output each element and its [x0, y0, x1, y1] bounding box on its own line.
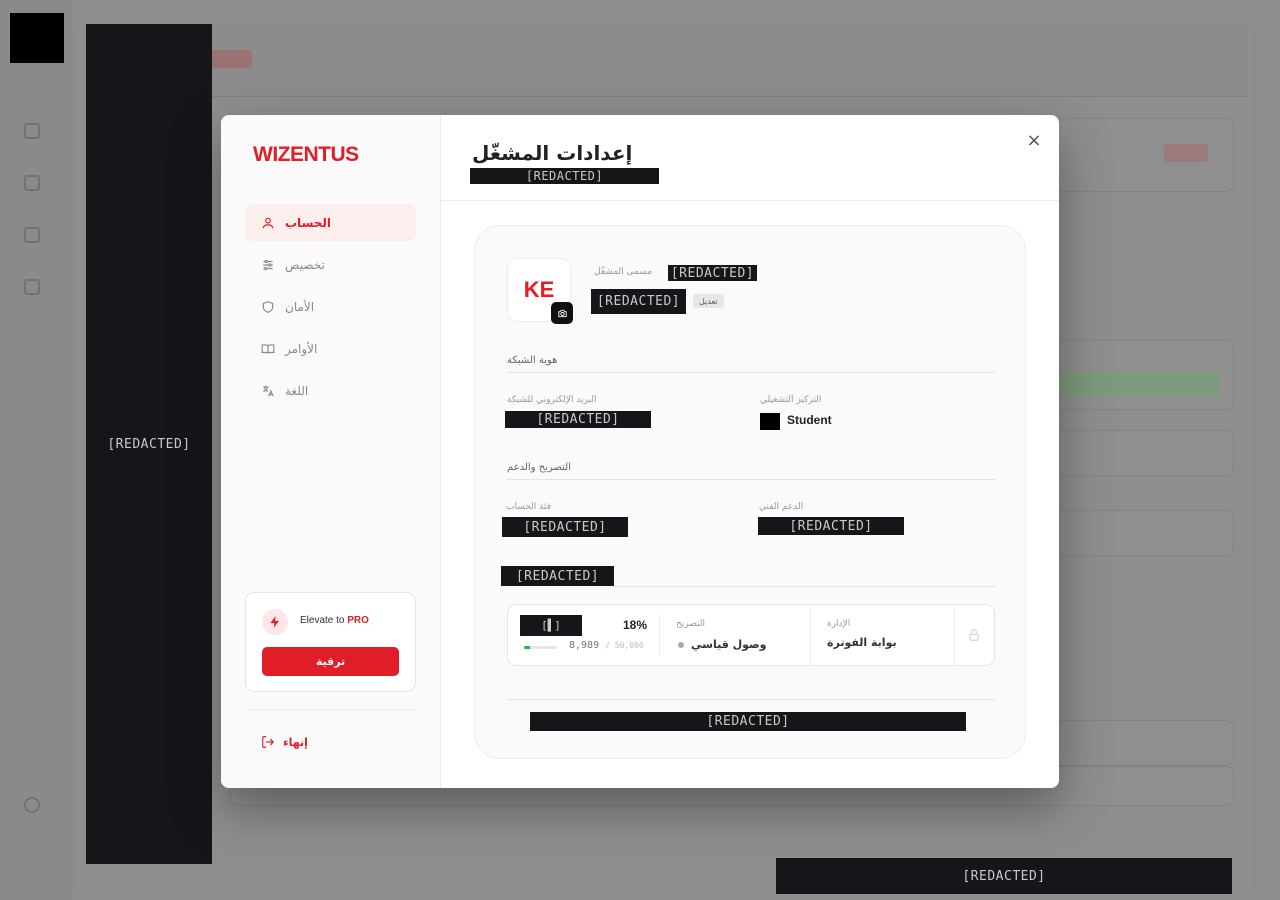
- usage-percent: 18%: [623, 618, 648, 632]
- nav-item-label: اللغة: [285, 383, 309, 398]
- nav-item-account[interactable]: الحساب: [245, 204, 416, 241]
- promo-prefix: Elevate to: [300, 615, 348, 626]
- clearance-support-title: التصريح والدعم: [507, 462, 571, 473]
- usage-card: [▌] 18% 8,989 / 50,000 التصريح وصول قياس…: [507, 604, 995, 666]
- account-category-redacted: [REDACTED]: [502, 517, 628, 537]
- usage-count: 8,989 / 50,000: [569, 640, 644, 651]
- nav-item-language[interactable]: اللغة: [245, 372, 416, 409]
- logout-icon: [262, 736, 275, 748]
- usage-used: 8,989: [569, 640, 600, 651]
- modal-title: إعدادات المشغّل: [472, 141, 633, 165]
- section-divider: [507, 372, 995, 373]
- logout-button[interactable]: إنهاء: [261, 735, 308, 749]
- background-nav-icon: [24, 123, 40, 139]
- user-icon: [262, 217, 274, 228]
- modal-header: إعدادات المشغّل [REDACTED] ×: [440, 115, 1059, 201]
- sliders-icon: [263, 259, 273, 270]
- section-divider: [507, 479, 995, 480]
- settings-nav: الحساب تخصيص الأمان الأوامر اللغة: [245, 204, 416, 414]
- status-dot-icon: [678, 641, 684, 648]
- operator-id-redacted: [REDACTED]: [591, 289, 686, 314]
- translate-icon: [263, 385, 274, 396]
- nav-item-label: تخصيص: [285, 257, 325, 272]
- nav-item-commands[interactable]: الأوامر: [245, 330, 416, 367]
- operational-focus-label: التركيز التشغيلي: [760, 395, 822, 405]
- usage-divider: [810, 605, 811, 665]
- clearance-value: وصول قياسي: [678, 638, 767, 651]
- operator-name-redacted: [REDACTED]: [668, 265, 757, 281]
- clearance-label: التصريح: [676, 619, 706, 629]
- section-divider: [507, 699, 995, 700]
- background-badge: [1164, 144, 1208, 162]
- usage-progress-bar: [524, 646, 557, 649]
- usage-divider: [954, 605, 955, 665]
- nav-item-label: الحساب: [285, 215, 332, 230]
- edit-button[interactable]: تعديل: [693, 294, 724, 308]
- lock-icon[interactable]: [967, 628, 981, 642]
- operational-focus-value: Student: [787, 413, 832, 427]
- brand-logo: WIZENTUS: [253, 143, 359, 166]
- promo-highlight: PRO: [347, 615, 369, 626]
- account-category-label: فئة الحساب: [506, 502, 551, 512]
- background-header: [86, 24, 1248, 97]
- focus-marker: [760, 413, 780, 430]
- usage-divider: [659, 615, 660, 655]
- tech-support-label: الدعم الفني: [759, 502, 804, 512]
- usage-progress-fill: [524, 646, 530, 649]
- modal-subtitle-redacted: [REDACTED]: [470, 168, 659, 184]
- operator-name-label: مسمى المشغّل: [594, 267, 653, 277]
- logout-label: إنهاء: [283, 735, 308, 749]
- footer-redacted: [REDACTED]: [530, 712, 966, 731]
- modal-sidebar: WIZENTUS الحساب تخصيص الأمان الأوامر الل…: [221, 115, 441, 788]
- promo-text: Elevate to PRO: [300, 615, 369, 626]
- usage-toggle[interactable]: [▌]: [520, 615, 582, 636]
- network-identity-title: هوية الشبكة: [507, 355, 558, 366]
- nav-item-security[interactable]: الأمان: [245, 288, 416, 325]
- shield-icon: [262, 300, 274, 313]
- background-nav-icon: [24, 175, 40, 191]
- background-logo: [10, 13, 64, 63]
- background-redacted-bar: [REDACTED]: [776, 858, 1232, 894]
- lightning-icon: [262, 609, 288, 635]
- background-redacted-panel: [REDACTED]: [86, 24, 212, 864]
- upgrade-button[interactable]: ترقية: [262, 647, 399, 676]
- clearance-value-text: وصول قياسي: [691, 638, 767, 651]
- book-icon: [261, 343, 275, 354]
- nav-item-label: الأوامر: [285, 341, 318, 356]
- settings-modal: WIZENTUS الحساب تخصيص الأمان الأوامر الل…: [221, 115, 1059, 788]
- nav-item-customize[interactable]: تخصيص: [245, 246, 416, 283]
- admin-label: الإدارة: [827, 619, 851, 629]
- tech-support-redacted: [REDACTED]: [758, 517, 904, 535]
- camera-icon[interactable]: [551, 302, 573, 324]
- usage-limit: / 50,000: [605, 641, 644, 650]
- pro-promo-card: Elevate to PRO ترقية: [245, 592, 416, 692]
- profile-card: KE مسمى المشغّل [REDACTED] [REDACTED] تع…: [474, 225, 1026, 759]
- background-nav-icon: [24, 797, 40, 813]
- network-email-label: البريد الإلكتروني للشبكة: [507, 395, 597, 405]
- background-nav-icon: [24, 227, 40, 243]
- nav-item-label: الأمان: [285, 299, 315, 314]
- billing-portal-link[interactable]: بوابة الفوترة: [827, 636, 897, 649]
- usage-section-title-redacted: [REDACTED]: [501, 566, 614, 586]
- section-divider: [614, 586, 996, 587]
- background-nav-icon: [24, 279, 40, 295]
- close-icon[interactable]: ×: [1023, 129, 1045, 151]
- network-email-redacted: [REDACTED]: [505, 411, 651, 428]
- sidebar-divider: [245, 709, 416, 710]
